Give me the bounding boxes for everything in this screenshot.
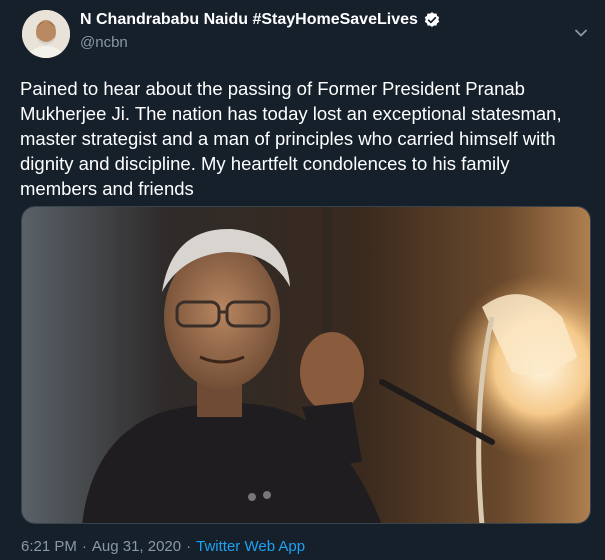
meta-separator: ·	[186, 538, 192, 555]
tweet-date[interactable]: Aug 31, 2020	[92, 538, 181, 555]
author-name[interactable]: N Chandrababu Naidu #StayHomeSaveLives	[80, 11, 418, 29]
tweet-photo[interactable]	[21, 206, 591, 524]
meta-separator: ·	[81, 538, 87, 555]
author-name-row[interactable]: N Chandrababu Naidu #StayHomeSaveLives	[80, 11, 441, 29]
avatar[interactable]	[22, 10, 70, 58]
author-handle[interactable]: @ncbn	[80, 34, 128, 51]
verified-badge-icon	[423, 11, 441, 29]
tweet-meta: 6:21 PM · Aug 31, 2020 · Twitter Web App	[21, 538, 305, 555]
tweet-source-link[interactable]: Twitter Web App	[196, 538, 305, 555]
chevron-down-icon[interactable]	[574, 26, 588, 40]
tweet-time[interactable]: 6:21 PM	[21, 538, 77, 555]
tweet-card: N Chandrababu Naidu #StayHomeSaveLives @…	[0, 0, 605, 560]
tweet-text: Pained to hear about the passing of Form…	[20, 78, 562, 199]
